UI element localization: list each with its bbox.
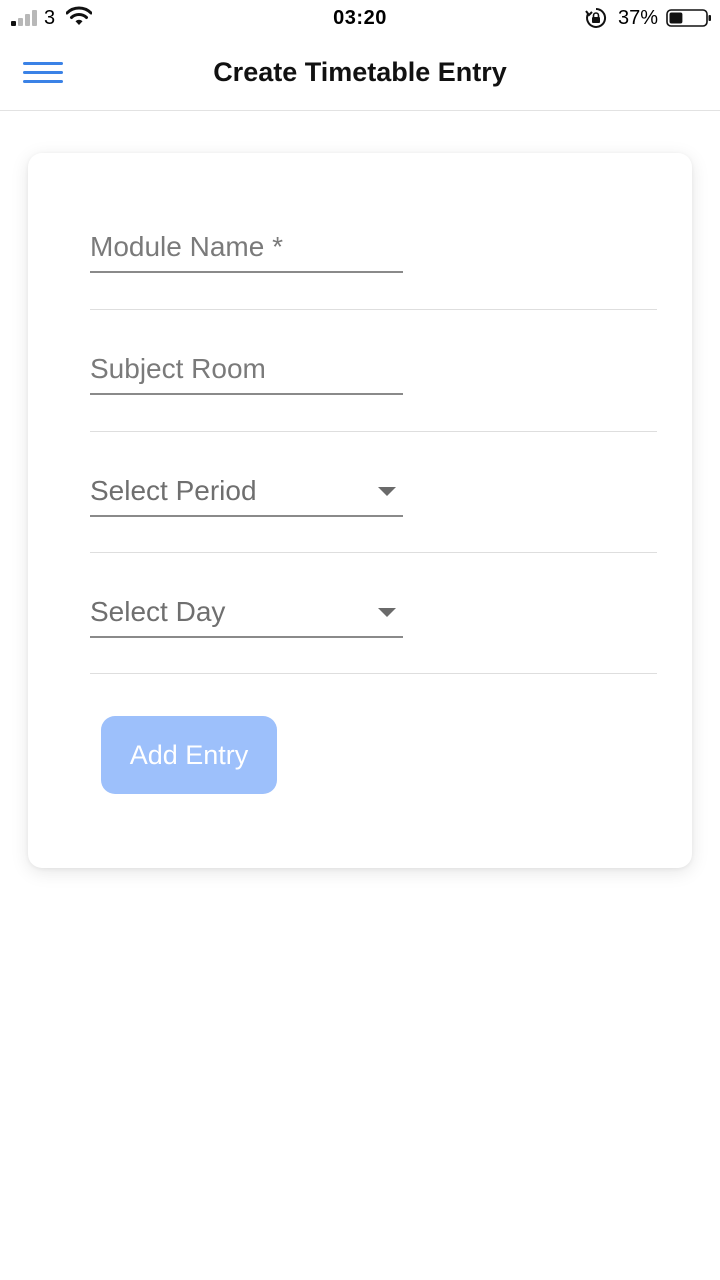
battery-icon — [666, 9, 711, 27]
status-time: 03:20 — [333, 7, 387, 29]
select-period-dropdown[interactable]: Select Period — [90, 467, 403, 517]
module-name-input[interactable] — [90, 223, 403, 271]
module-name-row — [90, 188, 657, 310]
select-day-value: Select Day — [90, 596, 226, 627]
status-bar: 3 03:20 37% — [0, 0, 720, 36]
select-period-value: Select Period — [90, 475, 257, 506]
select-day-row: Select Day — [90, 553, 657, 674]
caret-down-icon — [378, 487, 396, 496]
select-period-row: Select Period — [90, 432, 657, 553]
module-name-field — [90, 223, 403, 273]
subject-room-field — [90, 345, 403, 395]
subject-room-row — [90, 310, 657, 432]
timetable-form-card: Select Period Select Day Add Entry — [28, 153, 692, 868]
caret-down-icon — [378, 608, 396, 617]
select-day-dropdown[interactable]: Select Day — [90, 588, 403, 638]
add-entry-button[interactable]: Add Entry — [101, 716, 277, 794]
battery-percent: 37% — [618, 7, 659, 29]
page-title: Create Timetable Entry — [213, 57, 507, 87]
app-header: Create Timetable Entry — [0, 36, 720, 111]
subject-room-input[interactable] — [90, 345, 403, 393]
orientation-lock-icon — [585, 7, 607, 28]
